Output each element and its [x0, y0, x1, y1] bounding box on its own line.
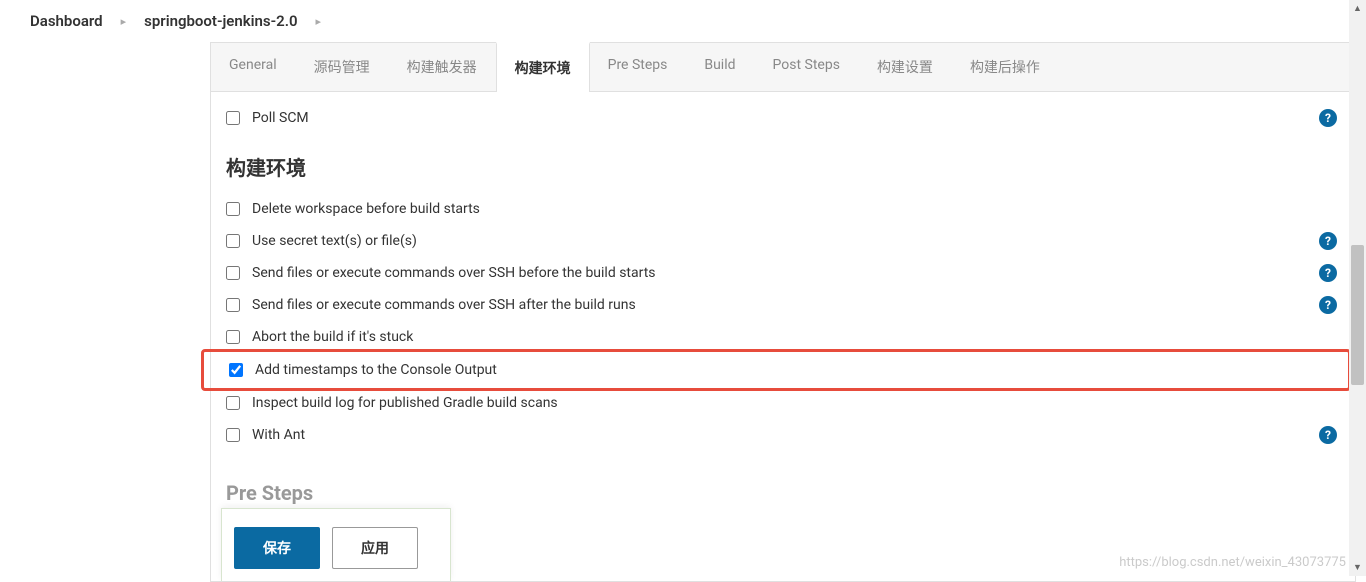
label-secret-text[interactable]: Use secret text(s) or file(s) [252, 233, 417, 249]
label-ssh-before[interactable]: Send files or execute commands over SSH … [252, 265, 656, 281]
checkbox-ssh-after[interactable] [226, 298, 240, 312]
tab-post-build[interactable]: 构建后操作 [952, 43, 1059, 91]
scroll-down-icon[interactable]: ▼ [1349, 559, 1366, 576]
build-env-heading: 构建环境 [211, 134, 1355, 193]
opt-ssh-after: Send files or execute commands over SSH … [211, 289, 1355, 321]
vertical-scrollbar[interactable]: ▲ ▼ [1349, 0, 1366, 576]
breadcrumb-project[interactable]: springboot-jenkins-2.0 [144, 12, 297, 30]
scrollbar-thumb[interactable] [1351, 245, 1364, 385]
tab-scm[interactable]: 源码管理 [296, 43, 389, 91]
help-icon[interactable]: ? [1319, 232, 1337, 250]
checkbox-timestamps[interactable] [229, 363, 243, 377]
label-delete-workspace[interactable]: Delete workspace before build starts [252, 201, 480, 217]
config-panel: General 源码管理 构建触发器 构建环境 Pre Steps Build … [210, 42, 1356, 582]
apply-button[interactable]: 应用 [332, 527, 418, 569]
tab-pre-steps[interactable]: Pre Steps [590, 43, 687, 91]
breadcrumb: Dashboard ▸ springboot-jenkins-2.0 ▸ [0, 0, 1366, 42]
checkbox-gradle-scans[interactable] [226, 396, 240, 410]
poll-scm-label[interactable]: Poll SCM [252, 110, 309, 126]
checkbox-with-ant[interactable] [226, 428, 240, 442]
opt-delete-workspace: Delete workspace before build starts [211, 193, 1355, 225]
tab-general[interactable]: General [211, 43, 296, 91]
tab-triggers[interactable]: 构建触发器 [389, 43, 496, 91]
chevron-right-icon: ▸ [121, 15, 127, 28]
tab-build[interactable]: Build [686, 43, 754, 91]
checkbox-secret-text[interactable] [226, 234, 240, 248]
opt-ssh-before: Send files or execute commands over SSH … [211, 257, 1355, 289]
opt-secret-text: Use secret text(s) or file(s) ? [211, 225, 1355, 257]
help-icon[interactable]: ? [1319, 264, 1337, 282]
help-icon[interactable]: ? [1319, 109, 1337, 127]
opt-gradle-scans: Inspect build log for published Gradle b… [211, 393, 1355, 419]
tab-post-steps[interactable]: Post Steps [755, 43, 859, 91]
section-body: Poll SCM ? 构建环境 Delete workspace before … [211, 92, 1355, 527]
opt-abort-stuck: Abort the build if it's stuck [211, 321, 1355, 347]
label-timestamps[interactable]: Add timestamps to the Console Output [255, 362, 497, 378]
action-buttons-panel: 保存 应用 [221, 508, 451, 581]
tab-build-settings[interactable]: 构建设置 [859, 43, 952, 91]
checkbox-ssh-before[interactable] [226, 266, 240, 280]
label-ssh-after[interactable]: Send files or execute commands over SSH … [252, 297, 636, 313]
save-button[interactable]: 保存 [234, 527, 320, 569]
chevron-right-icon: ▸ [316, 15, 322, 28]
config-tabs: General 源码管理 构建触发器 构建环境 Pre Steps Build … [211, 42, 1355, 92]
checkbox-abort-stuck[interactable] [226, 330, 240, 344]
label-gradle-scans[interactable]: Inspect build log for published Gradle b… [252, 395, 558, 411]
opt-timestamps: Add timestamps to the Console Output [204, 354, 1348, 386]
label-with-ant[interactable]: With Ant [252, 427, 305, 443]
opt-with-ant: With Ant ? [211, 419, 1355, 451]
highlight-annotation: Add timestamps to the Console Output [201, 349, 1351, 391]
help-icon[interactable]: ? [1319, 426, 1337, 444]
scroll-up-icon[interactable]: ▲ [1349, 0, 1366, 17]
label-abort-stuck[interactable]: Abort the build if it's stuck [252, 329, 413, 345]
tab-build-env[interactable]: 构建环境 [496, 42, 590, 92]
checkbox-delete-workspace[interactable] [226, 202, 240, 216]
breadcrumb-dashboard[interactable]: Dashboard [30, 12, 103, 30]
poll-scm-checkbox[interactable] [226, 111, 240, 125]
help-icon[interactable]: ? [1319, 296, 1337, 314]
poll-scm-row: Poll SCM ? [211, 102, 1355, 134]
